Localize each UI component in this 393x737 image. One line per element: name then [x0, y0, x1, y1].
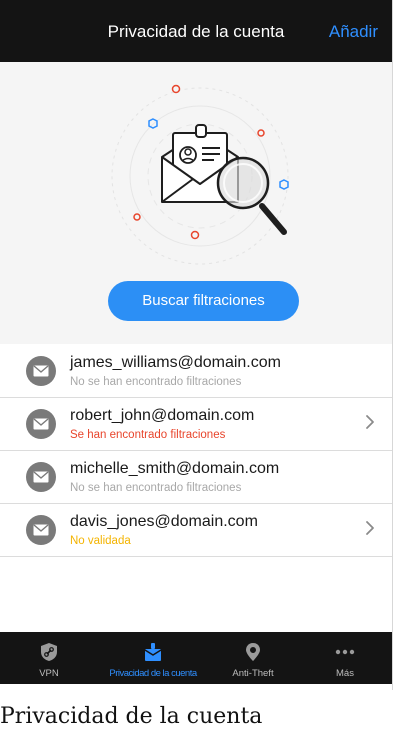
navigation-bar: Privacidad de la cuenta Añadir — [0, 0, 392, 62]
chevron-right-icon[interactable] — [365, 520, 375, 536]
account-avatar — [26, 462, 56, 492]
tab-more[interactable]: Más — [298, 632, 392, 684]
account-row[interactable]: robert_john@domain.com Se han encontrado … — [0, 398, 392, 451]
account-status: No validada — [70, 535, 131, 547]
account-row[interactable]: michelle_smith@domain.com No se han encon… — [0, 451, 392, 504]
search-breaches-button[interactable]: Buscar filtraciones — [108, 281, 299, 321]
tab-vpn[interactable]: VPN — [0, 632, 98, 684]
account-avatar — [26, 515, 56, 545]
account-status: No se han encontrado filtraciones — [70, 376, 242, 388]
mail-icon — [33, 365, 49, 377]
tab-label: VPN — [39, 668, 59, 679]
tab-label: Privacidad de la cuenta — [109, 668, 197, 679]
caption: Privacidad de la cuenta — [0, 704, 263, 729]
tab-label: Más — [336, 668, 354, 679]
account-avatar — [26, 356, 56, 386]
account-email: michelle_smith@domain.com — [70, 460, 280, 477]
account-list: james_williams@domain.com No se han encon… — [0, 345, 392, 557]
tab-anti-theft[interactable]: Anti-Theft — [208, 632, 298, 684]
mail-icon — [33, 418, 49, 430]
mail-icon — [33, 524, 49, 536]
more-dots-icon — [335, 649, 355, 655]
tab-label: Anti-Theft — [232, 668, 274, 679]
chevron-right-icon[interactable] — [365, 414, 375, 430]
account-email: james_williams@domain.com — [70, 354, 281, 371]
tab-account-privacy[interactable]: Privacidad de la cuenta — [98, 632, 208, 684]
account-status: Se han encontrado filtraciones — [70, 429, 226, 441]
location-pin-icon — [246, 643, 260, 661]
shield-link-icon — [41, 643, 57, 661]
hero-section: Buscar filtraciones — [0, 62, 392, 344]
account-status: No se han encontrado filtraciones — [70, 482, 242, 494]
account-row[interactable]: davis_jones@domain.com No validada — [0, 504, 392, 557]
add-button[interactable]: Añadir — [329, 22, 378, 42]
email-search-illustration — [111, 84, 289, 265]
mail-icon — [33, 471, 49, 483]
account-row[interactable]: james_williams@domain.com No se han encon… — [0, 345, 392, 398]
app-screen: Privacidad de la cuenta Añadir Buscar fi… — [0, 0, 393, 690]
tab-bar: VPN Privacidad de la cuenta Anti-Theft M… — [0, 632, 392, 684]
account-email: davis_jones@domain.com — [70, 513, 258, 530]
account-avatar — [26, 409, 56, 439]
account-email: robert_john@domain.com — [70, 407, 255, 424]
privacy-envelope-icon — [144, 643, 162, 661]
